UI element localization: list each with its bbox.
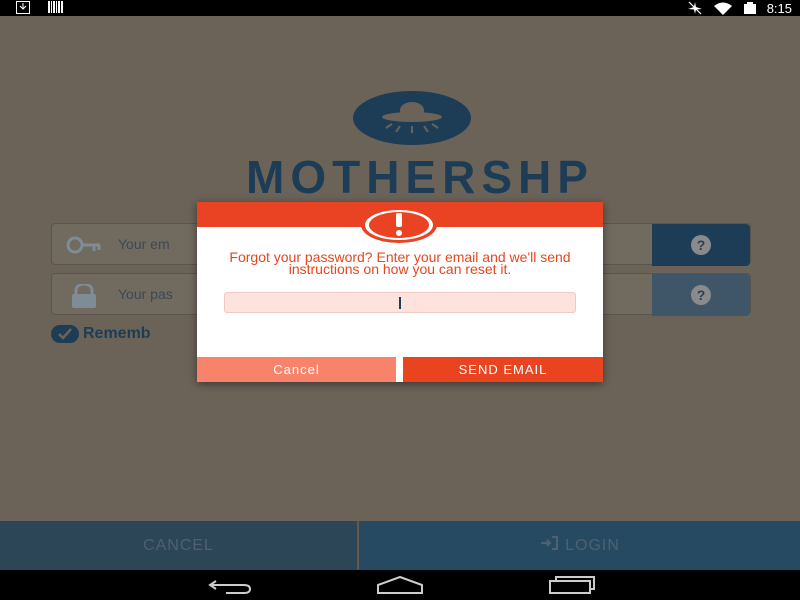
reset-email-input[interactable] xyxy=(224,292,576,313)
ufo-logo-icon xyxy=(352,88,472,158)
remember-label: Rememb xyxy=(83,325,151,342)
checkmark-icon xyxy=(51,325,79,343)
alert-icon xyxy=(361,207,437,243)
home-icon[interactable] xyxy=(376,575,424,600)
bottom-action-bar: CANCEL LOGIN xyxy=(0,521,800,570)
brand-wordmark: MOTHERSHP xyxy=(246,151,594,203)
password-placeholder: Your pas xyxy=(118,286,173,302)
cancel-label: CANCEL xyxy=(143,536,214,554)
dialog-cancel-label: Cancel xyxy=(273,362,320,377)
airplane-off-icon xyxy=(687,1,703,15)
forgot-password-dialog: Forgot your password? Enter your email a… xyxy=(197,202,603,382)
email-placeholder: Your em xyxy=(118,236,170,252)
wifi-icon xyxy=(713,2,733,15)
clock: 8:15 xyxy=(766,0,792,16)
dialog-cancel-button[interactable]: Cancel xyxy=(197,357,396,382)
divider xyxy=(396,357,403,382)
remember-me-toggle[interactable]: Rememb xyxy=(51,325,151,343)
login-label: LOGIN xyxy=(565,536,620,554)
key-icon xyxy=(66,234,102,256)
dialog-buttons: Cancel SEND EMAIL xyxy=(197,357,603,382)
text-cursor xyxy=(399,297,401,309)
back-icon[interactable] xyxy=(206,575,252,600)
barcode-icon xyxy=(48,1,64,14)
dialog-message: Forgot your password? Enter your email a… xyxy=(229,249,571,277)
send-email-button[interactable]: SEND EMAIL xyxy=(403,357,603,382)
email-help-button[interactable]: ? xyxy=(652,224,750,266)
navigation-bar xyxy=(0,570,800,600)
send-email-label: SEND EMAIL xyxy=(458,362,548,377)
battery-icon xyxy=(743,1,757,15)
help-icon: ? xyxy=(691,235,711,255)
login-icon xyxy=(539,536,559,555)
password-help-button[interactable]: ? xyxy=(652,274,750,316)
status-bar: 8:15 xyxy=(0,0,800,16)
lock-icon xyxy=(66,282,102,308)
help-icon: ? xyxy=(691,285,711,305)
login-button[interactable]: LOGIN xyxy=(359,521,800,570)
recent-apps-icon[interactable] xyxy=(548,575,596,600)
cancel-button[interactable]: CANCEL xyxy=(0,521,357,570)
download-icon xyxy=(16,1,30,14)
